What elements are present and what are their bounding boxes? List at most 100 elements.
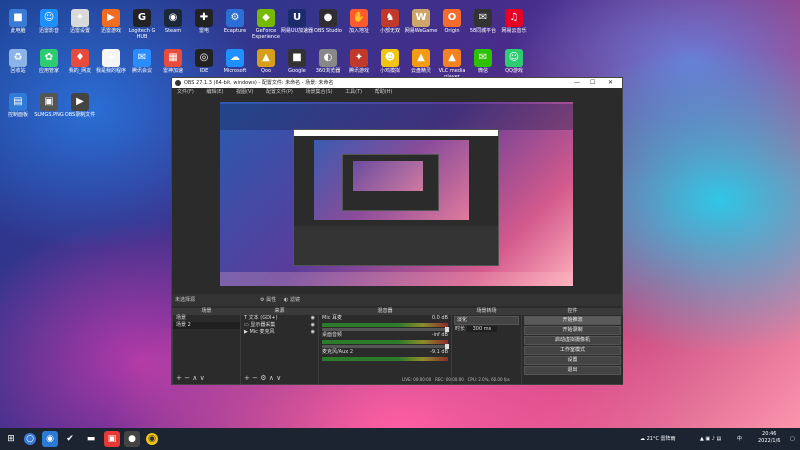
- notification-icon[interactable]: ▢: [790, 428, 795, 450]
- desktop-shortcut[interactable]: W 网易WeGame: [404, 9, 438, 34]
- desktop-shortcut[interactable]: ✉ 58同城平台: [466, 9, 500, 34]
- folder-taskbar-icon[interactable]: ▬: [83, 431, 99, 447]
- move-down-icon[interactable]: ∨: [276, 374, 281, 382]
- source-item[interactable]: ▭ 显示器采集 ◉: [241, 322, 318, 329]
- menu-file[interactable]: 文件(F): [177, 89, 194, 95]
- volume-slider[interactable]: [322, 344, 449, 349]
- eye-icon[interactable]: ◉: [311, 315, 315, 322]
- desktop-shortcut[interactable]: ◐ 360浏览器: [311, 49, 345, 74]
- desktop-shortcut[interactable]: ◆ GeForce Experience: [249, 9, 283, 40]
- desktop-shortcut[interactable]: U 网易UU加速器: [280, 9, 314, 34]
- desktop-shortcut[interactable]: ✿ 应用管家: [32, 49, 66, 74]
- close-icon[interactable]: ✕: [608, 78, 613, 88]
- game-icon: ▶: [102, 9, 120, 27]
- desktop-shortcut[interactable]: ▶ 迅雷游戏: [94, 9, 128, 34]
- slider-handle[interactable]: [445, 344, 449, 349]
- desktop-shortcut[interactable]: ♻ 回收站: [1, 49, 35, 74]
- slider-handle[interactable]: [445, 327, 449, 332]
- move-up-icon[interactable]: ∧: [192, 374, 197, 382]
- desktop-shortcut[interactable]: O Origin: [435, 9, 469, 34]
- desktop-shortcut[interactable]: ✚ 雷电: [187, 9, 221, 34]
- source-item[interactable]: T 文本 (GDI+) ◉: [241, 315, 318, 322]
- minimize-icon[interactable]: —: [574, 78, 580, 88]
- move-down-icon[interactable]: ∨: [200, 374, 205, 382]
- desktop-shortcut[interactable]: ⚙ Ecapture: [218, 9, 252, 34]
- duration-input[interactable]: 300 ms: [466, 326, 498, 332]
- app-taskbar-icon[interactable]: ◉: [42, 431, 58, 447]
- source-item[interactable]: ▶ Mic 麦克风 ◉: [241, 329, 318, 336]
- eye-icon[interactable]: ◉: [311, 329, 315, 336]
- virtual-camera-button[interactable]: 启动虚拟摄像机: [524, 336, 621, 345]
- desktop-shortcut[interactable]: ▶ OBS录制文件: [63, 93, 97, 118]
- play-icon: ▶: [244, 329, 248, 335]
- search-icon[interactable]: ○: [24, 433, 36, 445]
- menu-scene-collection[interactable]: 场景集合(S): [305, 89, 332, 95]
- menu-profile[interactable]: 配置文件(P): [266, 89, 293, 95]
- desktop-shortcut[interactable]: ◉ Steam: [156, 9, 190, 34]
- scene-item[interactable]: 场景 2: [173, 322, 240, 329]
- desktop-shortcut[interactable]: ✦ 迅雷设置: [63, 9, 97, 34]
- obs-titlebar[interactable]: OBS 27.1.3 (64-bit, windows) - 配置文件: 未命名…: [172, 78, 622, 88]
- desktop-shortcut[interactable]: ✦ 腾讯游戏: [342, 49, 376, 74]
- desktop-shortcut[interactable]: ♫ 网易云音乐: [497, 9, 531, 34]
- move-up-icon[interactable]: ∧: [269, 374, 274, 382]
- desktop-shortcut-label: Origin: [444, 28, 460, 34]
- maximize-icon[interactable]: ☐: [590, 78, 595, 88]
- desktop-shortcut[interactable]: ● OBS Studio: [311, 9, 345, 34]
- clock[interactable]: 20:46 2022/1/6: [758, 431, 780, 445]
- desktop-shortcut[interactable]: ✈ 我是我的程序: [94, 49, 128, 74]
- menu-view[interactable]: 视图(V): [236, 89, 253, 95]
- settings-button[interactable]: 设置: [524, 356, 621, 365]
- steam-taskbar-icon[interactable]: ✔: [62, 431, 78, 447]
- start-button[interactable]: ⊞: [3, 431, 19, 447]
- desktop-shortcut-label: 网易UU加速器: [280, 28, 314, 34]
- transition-select[interactable]: 淡化: [454, 316, 519, 325]
- desktop-shortcut[interactable]: ■ Google: [280, 49, 314, 74]
- remove-icon[interactable]: −: [252, 374, 258, 382]
- desktop-shortcut[interactable]: ▲ Qoo: [249, 49, 283, 74]
- desktop-shortcut[interactable]: ✉ 腾讯会议: [125, 49, 159, 74]
- menu-help[interactable]: 帮助(H): [375, 89, 393, 95]
- desktop-shortcut-label: 腾讯会议: [131, 68, 152, 74]
- ime-indicator[interactable]: 中: [737, 428, 742, 450]
- red-app-taskbar-icon[interactable]: ▣: [104, 431, 120, 447]
- chrome-taskbar-icon[interactable]: ◉: [146, 433, 158, 445]
- desktop-shortcut[interactable]: ☺ 迅雷影音: [32, 9, 66, 34]
- desktop-shortcut[interactable]: ▲VLC media player: [435, 49, 469, 80]
- exit-button[interactable]: 退出: [524, 366, 621, 375]
- desktop-shortcut[interactable]: ☺ QQ游戏: [497, 49, 531, 74]
- desktop-shortcut[interactable]: ✋ 加入地址: [342, 9, 376, 34]
- weather-widget[interactable]: ☁ 21°C 雷阵雨: [640, 428, 676, 450]
- obs-preview-canvas[interactable]: [220, 102, 573, 286]
- add-icon[interactable]: +: [176, 374, 182, 382]
- desktop-shortcut[interactable]: ♦ 我的_网友: [63, 49, 97, 74]
- obs-menubar: 文件(F) 编辑(E) 视图(V) 配置文件(P) 场景集合(S) 工具(T) …: [172, 88, 622, 97]
- gear-icon[interactable]: ⚙: [260, 374, 266, 382]
- start-streaming-button[interactable]: 开始推流: [524, 316, 621, 325]
- menu-tools[interactable]: 工具(T): [345, 89, 362, 95]
- desktop-shortcut[interactable]: ▤ 控制面板: [1, 93, 35, 118]
- menu-edit[interactable]: 编辑(E): [206, 89, 223, 95]
- desktop-shortcut[interactable]: ☻ 小鸡模拟: [373, 49, 407, 74]
- obs-taskbar-icon[interactable]: ●: [124, 431, 140, 447]
- remove-icon[interactable]: −: [184, 374, 190, 382]
- desktop-shortcut-label: QQ游戏: [505, 68, 523, 74]
- studio-mode-button[interactable]: 工作室模式: [524, 346, 621, 355]
- tray-icons[interactable]: ▲ ▣ ♪ ▤: [700, 428, 721, 450]
- desktop-shortcut[interactable]: ◎ IDE: [187, 49, 221, 74]
- scene-item[interactable]: 场景: [173, 315, 240, 322]
- desktop-shortcut[interactable]: ✉ 微信: [466, 49, 500, 74]
- eye-icon[interactable]: ◉: [311, 322, 315, 329]
- desktop-shortcut[interactable]: ☁ Microsoft: [218, 49, 252, 74]
- volume-slider[interactable]: [322, 327, 449, 332]
- desktop-shortcut[interactable]: G Logitech G HUB: [125, 9, 159, 40]
- add-icon[interactable]: +: [244, 374, 250, 382]
- desktop-shortcut[interactable]: ▦ 雷神加速: [156, 49, 190, 74]
- start-recording-button[interactable]: 开始录制: [524, 326, 621, 335]
- desktop-shortcut[interactable]: ♞ 小部无双: [373, 9, 407, 34]
- desktop-shortcut[interactable]: ▲ 云盘精灵: [404, 49, 438, 74]
- desktop-shortcut[interactable]: ■ 此电脑: [1, 9, 35, 34]
- desktop-shortcut[interactable]: ▣ SLMGS.PNG: [32, 93, 66, 118]
- filters-button[interactable]: ◐ 滤镜: [284, 294, 300, 306]
- properties-button[interactable]: ⚙ 属性: [260, 294, 276, 306]
